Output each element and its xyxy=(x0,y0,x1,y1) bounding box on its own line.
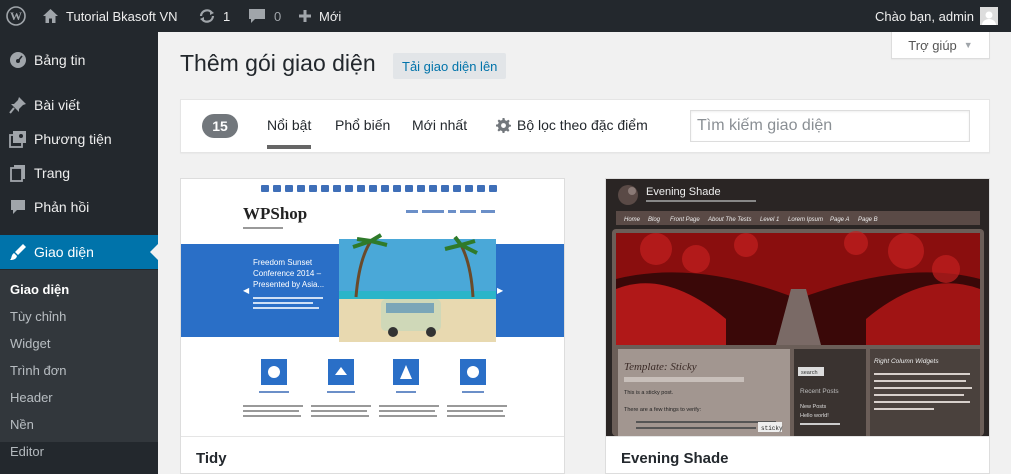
theme-screenshot[interactable]: WPShop Freedom Sunset Conference 2014 – … xyxy=(181,179,564,436)
svg-text:Recent Posts: Recent Posts xyxy=(800,388,839,395)
menu-label: Bài viết xyxy=(34,97,80,113)
my-account-link[interactable]: Chào bạn, admin xyxy=(875,0,999,32)
preview-site-title: Evening Shade xyxy=(646,186,721,198)
menu-label: Giao diện xyxy=(34,244,94,260)
svg-text:About The Tests: About The Tests xyxy=(707,217,751,223)
svg-text:There are a few things to veri: There are a few things to verify: xyxy=(624,407,702,413)
pin-icon xyxy=(8,96,28,114)
caret-down-icon: ▼ xyxy=(963,40,973,50)
comments-icon xyxy=(8,198,28,216)
menu-label: Phản hồi xyxy=(34,199,90,215)
help-label: Trợ giúp xyxy=(908,37,957,53)
feature-filter-label: Bộ lọc theo đặc điểm xyxy=(517,117,648,133)
submenu-themes[interactable]: Giao diện xyxy=(10,282,69,297)
appearance-icon xyxy=(8,243,28,261)
menu-comments[interactable]: Phản hồi xyxy=(0,190,158,224)
svg-text:search: search xyxy=(801,370,818,376)
svg-text:Home: Home xyxy=(624,217,641,223)
tab-featured[interactable]: Nổi bật xyxy=(267,117,312,149)
updates-link[interactable]: 1 xyxy=(198,0,230,32)
menu-label: Phương tiện xyxy=(34,131,112,147)
submenu-widgets[interactable]: Widget xyxy=(10,336,50,351)
svg-text:Page B: Page B xyxy=(858,217,878,223)
theme-footer xyxy=(181,436,564,473)
tab-latest[interactable]: Mới nhất xyxy=(412,117,467,133)
feature-filter-button[interactable]: Bộ lọc theo đặc điểm xyxy=(496,117,648,133)
submenu-header[interactable]: Header xyxy=(10,390,53,405)
theme-count: 15 xyxy=(202,114,238,138)
media-icon xyxy=(8,130,28,148)
theme-card-evening-shade[interactable]: Evening Shade Home Blog Front Page About Th… xyxy=(605,178,990,474)
plus-icon xyxy=(298,9,312,23)
svg-text:Front Page: Front Page xyxy=(670,217,700,223)
svg-text:This is a sticky post.: This is a sticky post. xyxy=(624,390,674,396)
tab-popular[interactable]: Phổ biến xyxy=(335,117,390,133)
gear-icon xyxy=(496,117,511,133)
theme-filter-bar: 15 Nổi bật Phổ biến Mới nhất Bộ lọc theo… xyxy=(180,99,990,153)
submenu-background[interactable]: Nền xyxy=(10,417,34,432)
greeting: Chào bạn, admin xyxy=(875,8,975,24)
svg-text:sticky: sticky xyxy=(761,425,783,432)
theme-name: Tidy xyxy=(196,450,227,467)
pages-icon xyxy=(8,164,28,182)
site-name-link[interactable]: Tutorial Bkasoft VN xyxy=(42,0,178,32)
submenu-editor[interactable]: Editor xyxy=(10,444,44,459)
preview-logo: WPShop xyxy=(243,204,307,223)
theme-screenshot[interactable]: Evening Shade Home Blog Front Page About Th… xyxy=(606,179,989,436)
comment-icon xyxy=(248,8,266,24)
comments-link[interactable]: 0 xyxy=(248,0,281,32)
svg-text:Page A: Page A xyxy=(830,217,849,223)
submenu-menus[interactable]: Trình đơn xyxy=(10,363,66,378)
svg-text:▶: ▶ xyxy=(497,286,504,295)
svg-text:Blog: Blog xyxy=(648,217,661,223)
menu-pages[interactable]: Trang xyxy=(0,156,158,190)
wordpress-logo-icon[interactable]: W xyxy=(6,0,26,32)
help-button[interactable]: Trợ giúp ▼ xyxy=(891,32,990,59)
site-name: Tutorial Bkasoft VN xyxy=(66,8,178,24)
appearance-submenu: Giao diện Tùy chỉnh Widget Trình đơn Hea… xyxy=(0,270,158,459)
svg-text:Lorem Ipsum: Lorem Ipsum xyxy=(788,217,823,223)
page-title: Thêm gói giao diện xyxy=(180,50,376,76)
menu-dashboard[interactable]: Bảng tin xyxy=(0,43,158,77)
theme-card-tidy[interactable]: WPShop Freedom Sunset Conference 2014 – … xyxy=(180,178,565,474)
theme-name: Evening Shade xyxy=(621,450,729,467)
theme-search-input[interactable] xyxy=(690,110,970,142)
menu-label: Bảng tin xyxy=(34,52,86,68)
svg-text:Right Column Widgets: Right Column Widgets xyxy=(874,358,939,365)
updates-count: 1 xyxy=(223,8,231,24)
svg-text:W: W xyxy=(10,9,22,23)
submenu-customize[interactable]: Tùy chỉnh xyxy=(10,309,66,324)
avatar xyxy=(980,7,999,25)
menu-appearance[interactable]: Giao diện xyxy=(0,235,158,269)
admin-bar: W Tutorial Bkasoft VN 1 0 Mới Chào bạn, … xyxy=(0,0,1011,32)
svg-text:Hello world!: Hello world! xyxy=(800,413,829,419)
new-label: Mới xyxy=(319,8,342,24)
updates-icon xyxy=(198,8,216,24)
dashboard-icon xyxy=(8,51,28,69)
comments-count: 0 xyxy=(274,8,282,24)
new-content-link[interactable]: Mới xyxy=(298,0,341,32)
svg-text:New Posts: New Posts xyxy=(800,404,827,410)
menu-label: Trang xyxy=(34,165,71,181)
upload-theme-button[interactable]: Tải giao diện lên xyxy=(393,53,507,79)
svg-text:◀: ◀ xyxy=(243,286,250,295)
menu-posts[interactable]: Bài viết xyxy=(0,88,158,122)
preview-post-title: Template: Sticky xyxy=(624,361,697,373)
preview-slide-title: Freedom Sunset Conference 2014 – Present… xyxy=(253,258,324,289)
home-icon xyxy=(42,8,59,24)
svg-text:Level 1: Level 1 xyxy=(760,217,779,223)
menu-media[interactable]: Phương tiện xyxy=(0,122,158,156)
